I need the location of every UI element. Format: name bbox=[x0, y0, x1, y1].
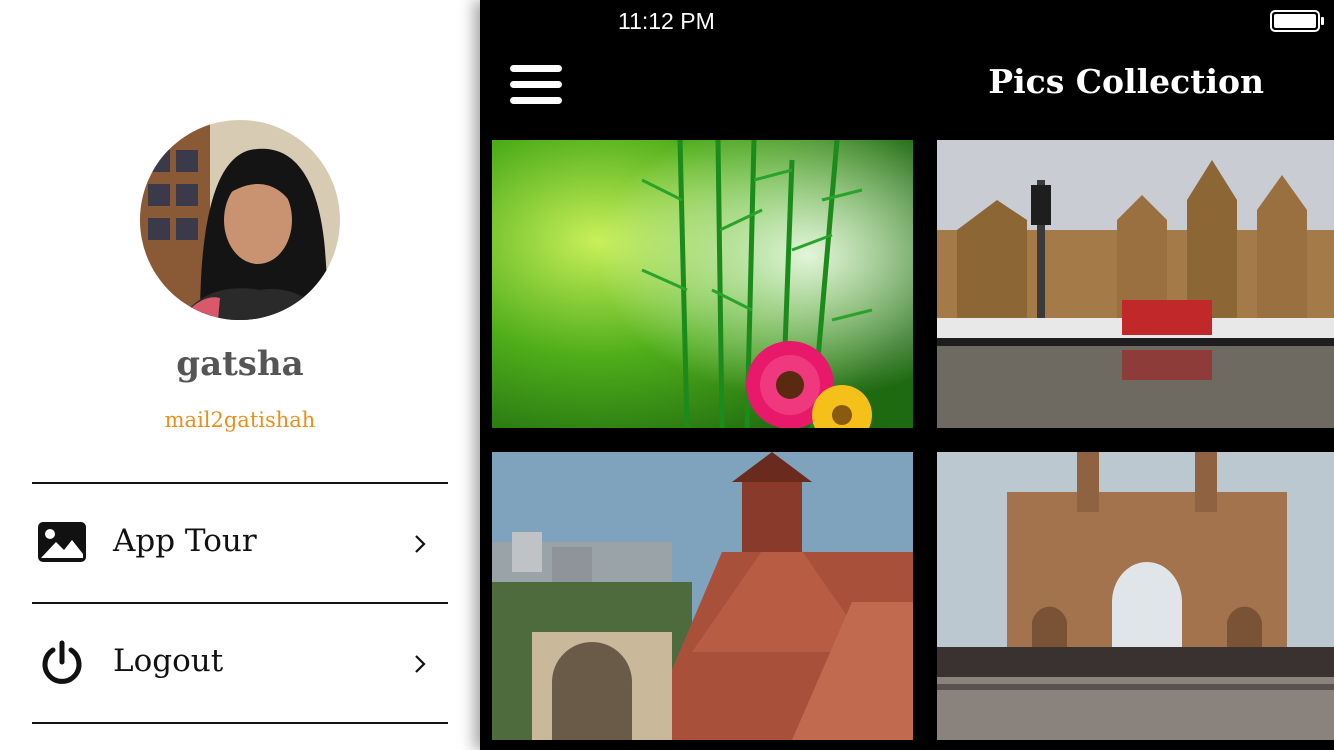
hamburger-menu-icon[interactable] bbox=[508, 62, 564, 108]
menu-item-app-tour[interactable]: App Tour bbox=[32, 484, 448, 602]
photo-image bbox=[492, 140, 913, 428]
main-screen: 11:12 PM Pics Collection bbox=[480, 0, 1334, 750]
menu-item-label: App Tour bbox=[113, 523, 257, 559]
photo-gateway-of-india[interactable] bbox=[937, 452, 1334, 740]
image-icon bbox=[38, 522, 86, 562]
menu-item-logout[interactable]: Logout bbox=[32, 604, 448, 722]
divider bbox=[32, 722, 448, 724]
photo-bamboo-flower[interactable] bbox=[492, 140, 913, 428]
user-email: mail2gatishah bbox=[164, 408, 316, 432]
power-icon bbox=[42, 640, 82, 684]
menu-item-label: Logout bbox=[113, 643, 224, 679]
photo-image bbox=[937, 140, 1334, 428]
chevron-right-icon bbox=[415, 655, 426, 673]
status-time: 11:12 PM bbox=[618, 8, 715, 34]
photo-market-rooftops[interactable] bbox=[492, 452, 913, 740]
photo-cst-station[interactable] bbox=[937, 140, 1334, 428]
user-name: gatsha bbox=[176, 344, 304, 384]
photo-image bbox=[492, 452, 913, 740]
page-title: Pics Collection bbox=[988, 62, 1264, 101]
side-drawer: gatsha mail2gatishah App Tour Logout bbox=[0, 0, 480, 750]
battery-full-icon bbox=[1270, 10, 1324, 32]
avatar[interactable] bbox=[140, 120, 340, 320]
avatar-photo bbox=[140, 120, 340, 320]
photo-image bbox=[937, 452, 1334, 740]
chevron-right-icon bbox=[415, 535, 426, 553]
